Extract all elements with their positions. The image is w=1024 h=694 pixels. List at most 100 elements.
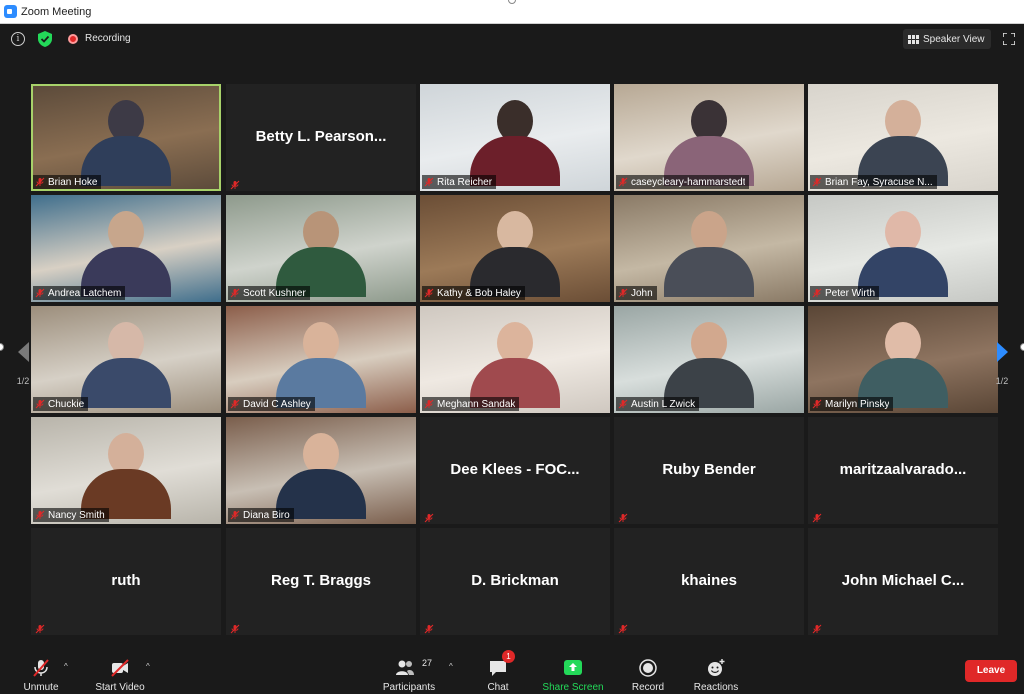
- video-camera-off-icon: [111, 659, 129, 677]
- participant-tile[interactable]: Austin L Zwick: [614, 306, 804, 413]
- participant-name-label: John: [616, 286, 657, 300]
- meeting-info-icon[interactable]: i: [11, 32, 25, 46]
- recording-indicator-icon: [68, 34, 78, 44]
- unmute-button[interactable]: Unmute ^: [14, 656, 68, 694]
- participant-name-label: Kathy & Bob Haley: [422, 286, 525, 300]
- participant-name: Ruby Bender: [662, 461, 756, 478]
- participants-button[interactable]: 27 Participants ^: [378, 656, 453, 694]
- participant-name: Scott Kushner: [243, 287, 306, 299]
- participant-tile[interactable]: Betty L. Pearson...: [226, 84, 416, 191]
- participant-tile[interactable]: Diana Biro: [226, 417, 416, 524]
- participant-tile[interactable]: Meghann Sandak: [420, 306, 610, 413]
- leave-button[interactable]: Leave: [965, 660, 1017, 682]
- participant-name: Rita Reicher: [437, 176, 493, 188]
- participant-tile[interactable]: John: [614, 195, 804, 302]
- speaker-view-button[interactable]: Speaker View: [903, 29, 991, 49]
- share-screen-button[interactable]: Share Screen: [540, 656, 606, 694]
- resize-handle-right[interactable]: [1020, 343, 1024, 351]
- participant-tile[interactable]: Peter Wirth: [808, 195, 998, 302]
- participant-name-label: Nancy Smith: [33, 508, 109, 522]
- video-options-chevron-icon[interactable]: ^: [146, 662, 150, 671]
- microphone-muted-icon: [230, 510, 240, 520]
- participant-tile[interactable]: Andrea Latchem: [31, 195, 221, 302]
- participant-tile[interactable]: Scott Kushner: [226, 195, 416, 302]
- participants-chevron-icon[interactable]: ^: [449, 662, 453, 671]
- start-video-button[interactable]: Start Video ^: [88, 656, 152, 694]
- participant-name-label: David C Ashley: [228, 397, 315, 411]
- participants-label: Participants: [382, 682, 436, 693]
- microphone-muted-icon: [424, 288, 434, 298]
- participant-name: Kathy & Bob Haley: [437, 287, 521, 299]
- participant-tile[interactable]: Brian Hoke: [31, 84, 221, 191]
- participant-tile[interactable]: Reg T. Braggs: [226, 528, 416, 635]
- microphone-muted-icon: [812, 399, 822, 409]
- microphone-muted-icon: [618, 621, 628, 634]
- microphone-muted-icon: [33, 659, 49, 677]
- participant-name-label: Andrea Latchem: [33, 286, 126, 300]
- microphone-muted-icon: [35, 399, 45, 409]
- participant-name: Austin L Zwick: [631, 398, 696, 410]
- participant-name: Betty L. Pearson...: [255, 128, 387, 145]
- meeting-toolbar: Unmute ^ Start Video ^ 27 Participants ^: [0, 650, 1024, 694]
- chat-unread-badge: 1: [502, 650, 515, 663]
- microphone-muted-icon: [424, 177, 434, 187]
- participant-name-label: Austin L Zwick: [616, 397, 700, 411]
- participant-name-label: Meghann Sandak: [422, 397, 520, 411]
- participant-tile[interactable]: Ruby Bender: [614, 417, 804, 524]
- zoom-logo-icon: [4, 5, 17, 18]
- next-page-button[interactable]: 1/2: [989, 320, 1015, 386]
- record-label: Record: [631, 682, 665, 693]
- participant-tile[interactable]: khaines: [614, 528, 804, 635]
- microphone-muted-icon: [230, 621, 240, 634]
- participant-tile[interactable]: Nancy Smith: [31, 417, 221, 524]
- participant-tile[interactable]: Dee Klees - FOC...: [420, 417, 610, 524]
- chevron-right-icon: [997, 342, 1008, 362]
- participant-tile[interactable]: D. Brickman: [420, 528, 610, 635]
- previous-page-button[interactable]: 1/2: [10, 320, 36, 386]
- participant-name: Nancy Smith: [48, 509, 105, 521]
- microphone-muted-icon: [424, 399, 434, 409]
- recording-label: Recording: [85, 33, 131, 44]
- participant-tile[interactable]: John Michael C...: [808, 528, 998, 635]
- participant-tile[interactable]: Rita Reicher: [420, 84, 610, 191]
- participant-name: maritzaalvarado...: [839, 461, 967, 478]
- share-screen-label: Share Screen: [542, 682, 604, 693]
- microphone-muted-icon: [230, 177, 240, 190]
- participant-name: David C Ashley: [243, 398, 311, 410]
- chat-button[interactable]: 1 Chat: [478, 650, 518, 694]
- participant-tile[interactable]: caseycleary-hammarstedt: [614, 84, 804, 191]
- participant-name: caseycleary-hammarstedt: [631, 176, 746, 188]
- encryption-shield-icon[interactable]: [38, 31, 52, 47]
- record-button[interactable]: Record: [626, 656, 670, 694]
- reactions-button[interactable]: Reactions: [690, 656, 742, 694]
- participants-icon: [396, 660, 414, 675]
- participant-name: Marilyn Pinsky: [825, 398, 890, 410]
- chevron-left-icon: [18, 342, 29, 362]
- participant-name: Reg T. Braggs: [270, 572, 372, 589]
- microphone-muted-icon: [812, 621, 822, 634]
- microphone-muted-icon: [812, 510, 822, 523]
- microphone-muted-icon: [618, 399, 628, 409]
- participant-name: Chuckie: [48, 398, 85, 410]
- window-title: Zoom Meeting: [21, 5, 92, 18]
- microphone-muted-icon: [618, 510, 628, 523]
- participant-tile[interactable]: Marilyn Pinsky: [808, 306, 998, 413]
- microphone-muted-icon: [35, 510, 45, 520]
- participant-name-label: Marilyn Pinsky: [810, 397, 894, 411]
- audio-options-chevron-icon[interactable]: ^: [64, 662, 68, 671]
- participant-name: Andrea Latchem: [48, 287, 122, 299]
- participant-tile[interactable]: ruth: [31, 528, 221, 635]
- participant-name: Diana Biro: [243, 509, 290, 521]
- grid-icon: [908, 34, 919, 44]
- participant-name-label: Rita Reicher: [422, 175, 497, 189]
- participant-tile[interactable]: maritzaalvarado...: [808, 417, 998, 524]
- participant-tile[interactable]: Kathy & Bob Haley: [420, 195, 610, 302]
- fullscreen-icon[interactable]: [1003, 33, 1015, 45]
- participant-tile[interactable]: David C Ashley: [226, 306, 416, 413]
- participants-count: 27: [422, 658, 433, 668]
- microphone-muted-icon: [618, 177, 628, 187]
- participant-tile[interactable]: Brian Fay, Syracuse N...: [808, 84, 998, 191]
- participant-tile[interactable]: Chuckie: [31, 306, 221, 413]
- microphone-muted-icon: [618, 288, 628, 298]
- participant-name: ruth: [111, 572, 141, 589]
